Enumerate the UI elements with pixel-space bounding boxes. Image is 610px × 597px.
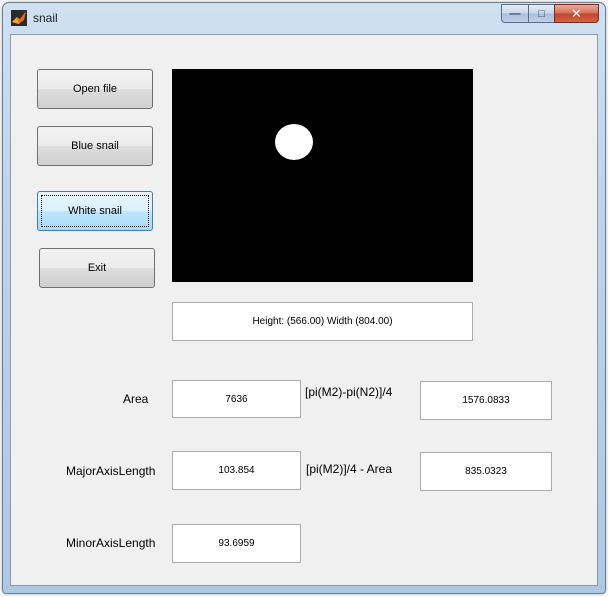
white-snail-button[interactable]: White snail <box>37 191 153 231</box>
pi-area-label: [pi(M2)]/4 - Area <box>306 462 393 476</box>
area-label: Area <box>123 392 149 406</box>
pi-diff-label: [pi(M2)-pi(N2)]/4 <box>305 385 393 399</box>
minor-axis-field[interactable]: 93.6959 <box>172 524 301 563</box>
minimize-button[interactable]: — <box>501 4 528 23</box>
pi-area-field[interactable]: 835.0323 <box>420 452 552 491</box>
close-button[interactable]: ✕ <box>554 4 599 23</box>
major-axis-label: MajorAxisLength <box>66 464 156 478</box>
area-field[interactable]: 7636 <box>172 380 301 418</box>
maximize-button[interactable]: □ <box>528 4 554 23</box>
matlab-icon <box>11 10 27 26</box>
blue-snail-button[interactable]: Blue snail <box>37 126 153 166</box>
window-controls: — □ ✕ <box>501 4 599 24</box>
image-axes <box>172 69 473 282</box>
figure-client-area: Open file Blue snail White snail Exit He… <box>10 34 598 586</box>
pi-diff-field[interactable]: 1576.0833 <box>420 381 552 420</box>
title-bar[interactable]: snail — □ ✕ <box>3 3 605 35</box>
open-file-button[interactable]: Open file <box>37 69 153 109</box>
major-axis-field[interactable]: 103.854 <box>172 451 301 490</box>
exit-button[interactable]: Exit <box>39 248 155 288</box>
minor-axis-label: MinorAxisLength <box>66 536 156 550</box>
image-size-field: Height: (566.00) Width (804.00) <box>172 302 473 341</box>
app-window: snail — □ ✕ Open file Blue snail White s… <box>2 2 606 594</box>
window-title: snail <box>33 11 58 25</box>
snail-blob <box>275 124 313 160</box>
